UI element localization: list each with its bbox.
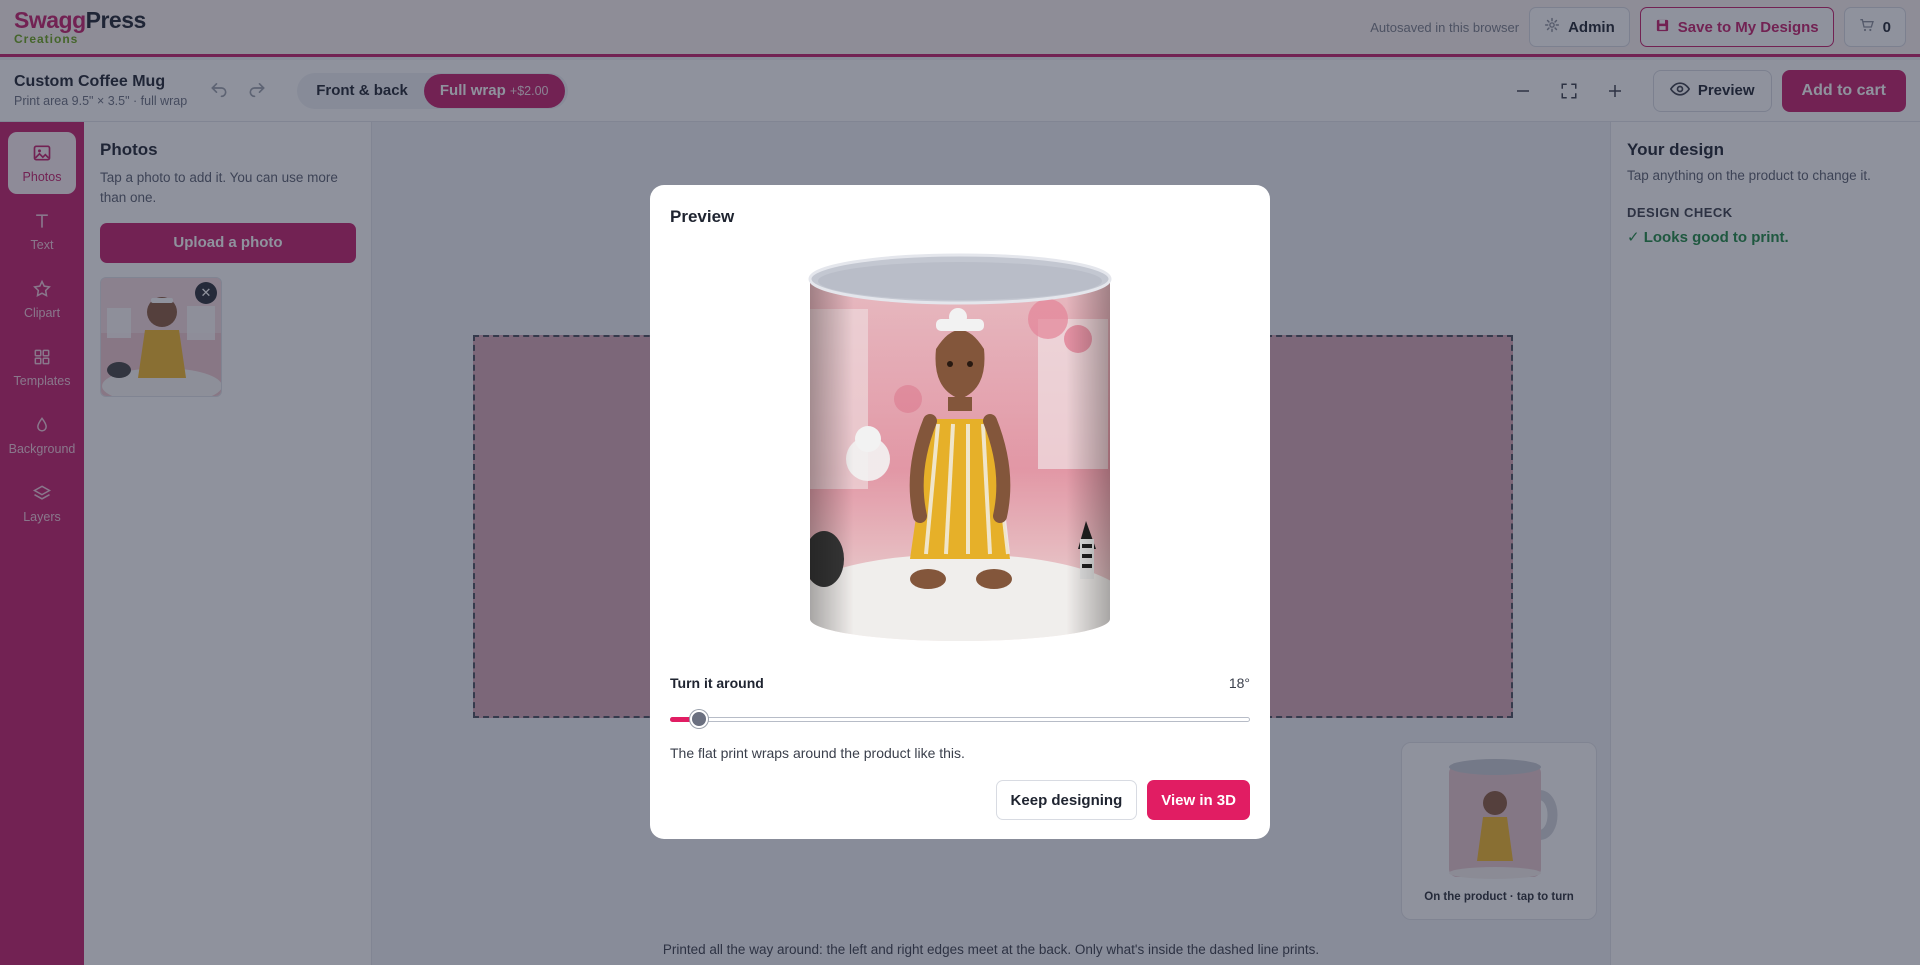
rotation-label: Turn it around [670, 675, 764, 691]
rotation-slider-handle[interactable] [690, 710, 708, 728]
preview-dialog-title: Preview [670, 207, 735, 226]
preview-note: The flat print wraps around the product … [670, 745, 965, 761]
mug-preview-image [808, 253, 1112, 641]
mug-preview[interactable] [808, 249, 1112, 649]
rotation-slider[interactable] [670, 709, 1250, 729]
view-3d-button[interactable]: View in 3D [1147, 780, 1250, 820]
rotation-slider-track [670, 717, 1250, 722]
keep-designing-button[interactable]: Keep designing [995, 780, 1138, 820]
rotation-row: Turn it around 18° [670, 675, 1250, 691]
rotation-value: 18° [1228, 675, 1250, 691]
preview-dialog: Preview Turn it around 18° The flat prin… [650, 185, 1270, 839]
